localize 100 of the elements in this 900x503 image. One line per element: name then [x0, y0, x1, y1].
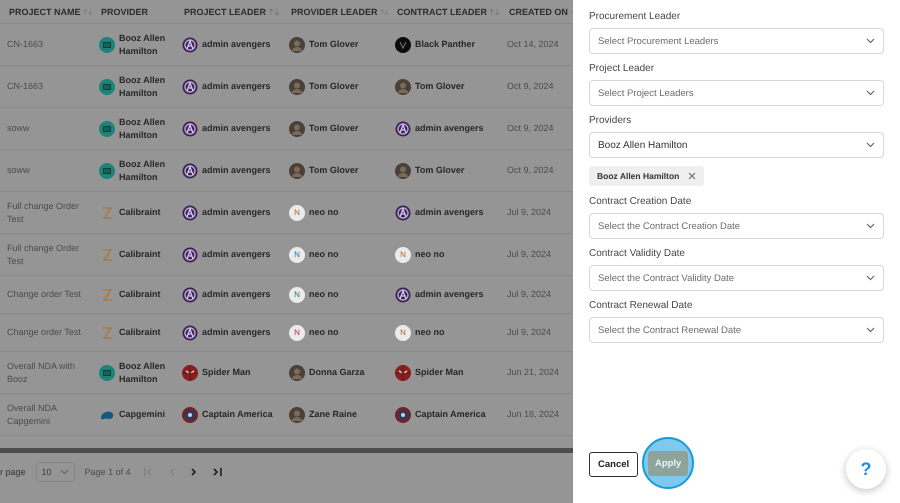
close-icon[interactable]	[688, 172, 696, 180]
created-date: Jun 18, 2024	[507, 408, 560, 421]
chevron-down-icon	[866, 142, 875, 148]
page-size-select[interactable]: 10	[36, 462, 75, 482]
logo-avatar-icon	[182, 286, 198, 302]
company-logo-icon	[99, 36, 115, 52]
filter-select[interactable]: Select the Contract Renewal Date	[589, 317, 884, 343]
rows-per-page-label: r page	[0, 466, 26, 478]
person-name: Tom Glover	[309, 80, 358, 93]
person-name: admin avengers	[202, 206, 271, 219]
column-header: CREATED ON	[509, 6, 568, 16]
filter-select[interactable]: Select the Contract Creation Date	[589, 213, 884, 239]
created-date: Jul 9, 2024	[507, 326, 552, 339]
avatar-icon	[289, 162, 305, 178]
provider-name: Booz Allen Hamilton	[119, 158, 166, 184]
horizontal-scrollbar[interactable]	[0, 448, 573, 453]
person-name: Spider Man	[415, 366, 464, 379]
provider-name: Calibraint	[119, 206, 161, 219]
column-header: PROJECT LEADER	[184, 6, 266, 16]
sort-arrows-icon[interactable]	[489, 8, 500, 16]
person-name: Tom Glover	[415, 80, 464, 93]
person-name: admin avengers	[415, 206, 484, 219]
created-date: Jun 21, 2024	[507, 366, 560, 379]
person-name: neo no	[415, 326, 444, 339]
project-name: Full change Order Test	[7, 200, 80, 226]
project-name: Change order Test	[7, 288, 81, 301]
initial-avatar: N	[289, 286, 305, 302]
provider-name: Calibraint	[119, 288, 161, 301]
filter-label: Contract Renewal Date	[589, 300, 694, 311]
filter-select[interactable]: Booz Allen Hamilton	[589, 132, 884, 158]
provider-name: Booz Allen Hamilton	[119, 32, 166, 58]
person-name: neo no	[309, 248, 338, 261]
helmet-avatar-icon	[182, 406, 198, 422]
person-name: admin avengers	[202, 288, 271, 301]
logo-avatar-icon	[395, 120, 411, 136]
person-name: admin avengers	[415, 288, 484, 301]
cancel-button[interactable]: Cancel	[589, 452, 638, 476]
created-date: Jul 9, 2024	[507, 288, 552, 301]
page-info: Page 1 of 4	[84, 466, 131, 478]
person-name: neo no	[309, 206, 338, 219]
person-name: Spider Man	[202, 366, 251, 379]
avatar-icon	[289, 364, 305, 380]
filter-label: Providers	[589, 115, 632, 126]
filter-label: Contract Creation Date	[589, 196, 692, 207]
initial-avatar: N	[395, 246, 411, 262]
avatar-icon	[289, 120, 305, 136]
filter-label: Procurement Leader	[589, 11, 682, 22]
project-name: Overall NDA with Booz	[7, 360, 76, 386]
person-name: admin avengers	[202, 122, 271, 135]
project-name: Change order Test	[7, 326, 81, 339]
initial-avatar: N	[289, 324, 305, 340]
project-name: soww	[7, 164, 30, 177]
provider-name: Booz Allen Hamilton	[119, 360, 166, 386]
logo-avatar-icon	[182, 162, 198, 178]
mask-avatar-icon	[395, 364, 411, 380]
initial-avatar: N	[395, 324, 411, 340]
chevron-down-icon	[866, 327, 875, 333]
person-name: Captain America	[202, 408, 273, 421]
person-name: admin avengers	[202, 248, 271, 261]
initial-avatar: N	[289, 204, 305, 220]
avatar-icon	[289, 36, 305, 52]
filter-select[interactable]: Select Procurement Leaders	[589, 28, 884, 54]
column-header: PROVIDER	[101, 6, 148, 16]
created-date: Jul 9, 2024	[507, 206, 552, 219]
avatar-icon	[289, 78, 305, 94]
company-logo-icon	[99, 162, 115, 178]
logo-avatar-icon	[182, 78, 198, 94]
created-date: Jul 9, 2024	[507, 248, 552, 261]
sort-arrows-icon[interactable]	[380, 8, 388, 16]
logo-avatar-icon	[182, 324, 198, 340]
column-header: PROVIDER LEADER	[291, 6, 378, 16]
project-name: soww	[7, 122, 30, 135]
sort-arrows-icon[interactable]	[268, 8, 280, 16]
chevron-down-icon	[866, 90, 875, 96]
person-name: neo no	[309, 288, 338, 301]
created-date: Oct 9, 2024	[507, 164, 554, 177]
provider-name: Capgemini	[119, 408, 166, 421]
mask-avatar-icon	[182, 364, 198, 380]
filter-select[interactable]: Select the Contract Validity Date	[589, 265, 884, 291]
company-logo-icon	[99, 120, 115, 136]
project-name: CN-1663	[7, 38, 44, 51]
project-name: CN-1663	[7, 80, 44, 93]
created-date: Oct 9, 2024	[507, 122, 554, 135]
chevron-down-icon	[866, 275, 875, 281]
sort-arrows-icon[interactable]	[82, 8, 92, 16]
chevron-down-icon	[866, 38, 875, 44]
avatar-icon	[395, 78, 411, 94]
chevron-down-icon	[60, 469, 69, 475]
person-name: neo no	[415, 248, 444, 261]
help-button[interactable]: ?	[846, 449, 886, 489]
mask-avatar-icon	[395, 36, 411, 52]
filter-label: Project Leader	[589, 63, 656, 74]
logo-avatar-icon	[395, 286, 411, 302]
filter-select[interactable]: Select Project Leaders	[589, 80, 884, 106]
helmet-avatar-icon	[395, 406, 411, 422]
person-name: Captain America	[415, 408, 486, 421]
provider-name: Calibraint	[119, 326, 161, 339]
avatar-icon	[395, 162, 411, 178]
column-header: CONTRACT LEADER	[397, 6, 487, 16]
person-name: admin avengers	[202, 326, 271, 339]
